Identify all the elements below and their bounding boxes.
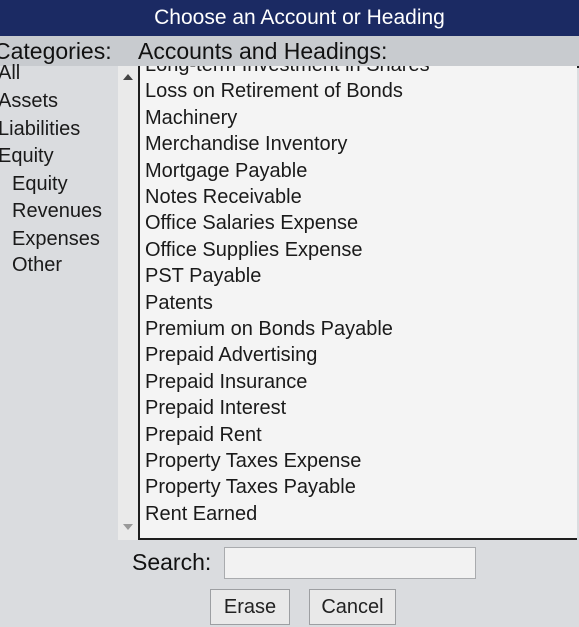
account-item[interactable]: Notes Receivable bbox=[145, 184, 302, 210]
accounts-list[interactable]: Long-term Investment in SharesLoss on Re… bbox=[138, 66, 577, 540]
category-item[interactable]: All bbox=[0, 60, 20, 86]
choose-account-dialog: Choose an Account or Heading Categories:… bbox=[0, 0, 579, 627]
account-item[interactable]: Mortgage Payable bbox=[145, 158, 307, 184]
account-item[interactable]: PST Payable bbox=[145, 263, 261, 289]
accounts-header: Accounts and Headings: bbox=[138, 38, 388, 64]
account-item[interactable]: Long-term Investment in Shares bbox=[145, 66, 430, 78]
account-item[interactable]: Prepaid Interest bbox=[145, 395, 286, 421]
account-item[interactable]: Office Salaries Expense bbox=[145, 210, 358, 236]
erase-button[interactable]: Erase bbox=[210, 589, 290, 625]
account-item[interactable]: Office Supplies Expense bbox=[145, 237, 363, 263]
account-item[interactable]: Patents bbox=[145, 290, 213, 316]
search-input[interactable] bbox=[224, 547, 476, 579]
account-item[interactable]: Loss on Retirement of Bonds bbox=[145, 78, 403, 104]
scroll-up-icon[interactable] bbox=[123, 74, 133, 80]
cancel-button[interactable]: Cancel bbox=[309, 589, 396, 625]
account-item[interactable]: Machinery bbox=[145, 105, 237, 131]
account-item[interactable]: Property Taxes Payable bbox=[145, 474, 356, 500]
categories-list[interactable]: All Assets Liabilities Equity Equity Revenues… bbox=[0, 62, 118, 540]
category-item[interactable]: Other bbox=[12, 252, 62, 278]
scroll-down-icon[interactable] bbox=[123, 524, 133, 530]
account-item[interactable]: Prepaid Advertising bbox=[145, 342, 317, 368]
category-item[interactable]: Equity bbox=[0, 143, 54, 169]
search-label: Search: bbox=[132, 549, 212, 575]
category-item[interactable]: Assets bbox=[0, 88, 58, 114]
account-item[interactable]: Rent Earned bbox=[145, 501, 257, 527]
accounts-scrollbar[interactable] bbox=[118, 66, 138, 540]
account-item[interactable]: Premium on Bonds Payable bbox=[145, 316, 393, 342]
account-item[interactable]: Merchandise Inventory bbox=[145, 131, 347, 157]
category-item[interactable]: Revenues bbox=[12, 198, 102, 224]
dialog-title: Choose an Account or Heading bbox=[0, 0, 579, 36]
category-item[interactable]: Expenses bbox=[12, 226, 100, 252]
account-item[interactable]: Property Taxes Expense bbox=[145, 448, 361, 474]
account-item[interactable]: Prepaid Insurance bbox=[145, 369, 307, 395]
account-item[interactable]: Prepaid Rent bbox=[145, 422, 262, 448]
column-headers: Categories: Accounts and Headings: bbox=[0, 36, 579, 68]
category-item[interactable]: Equity bbox=[12, 171, 68, 197]
category-item[interactable]: Liabilities bbox=[0, 116, 80, 142]
